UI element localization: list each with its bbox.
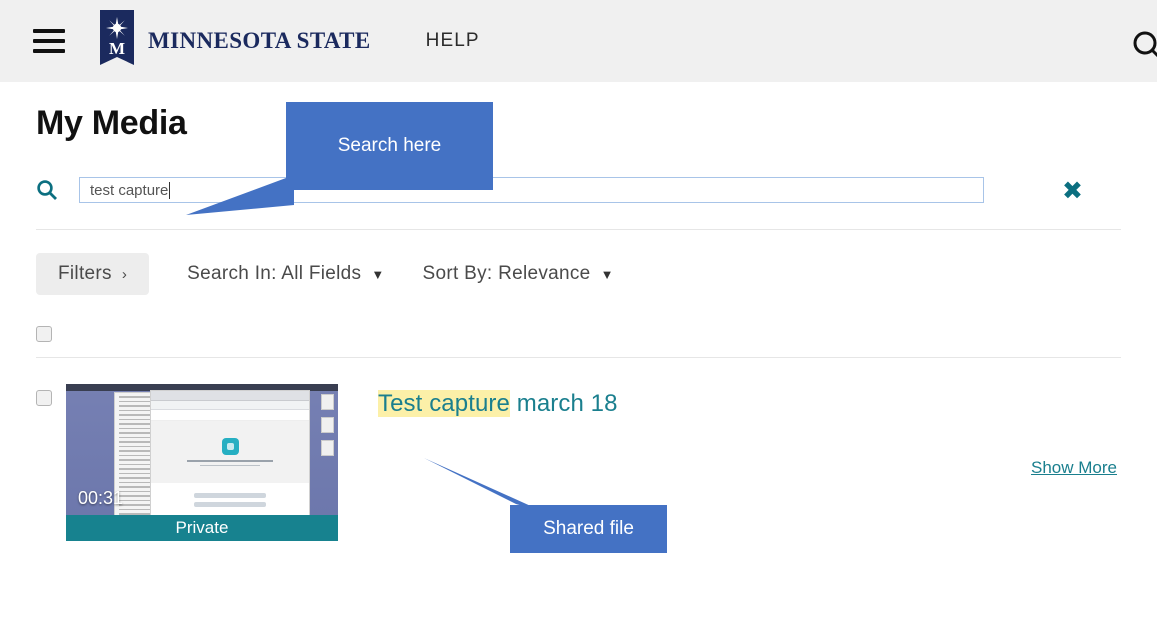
show-more-link[interactable]: Show More [1031, 458, 1117, 478]
chevron-down-icon: ▼ [601, 267, 614, 282]
sort-by-label: Sort By: Relevance [423, 263, 591, 285]
callout-shared-file-label: Shared file [543, 518, 634, 540]
search-row: test capture ✖ [36, 173, 1121, 207]
svg-text:M: M [109, 39, 125, 58]
title-part-highlight: Test [378, 390, 422, 417]
text-cursor [169, 182, 170, 199]
filter-toolbar: Filters › Search In: All Fields ▼ Sort B… [36, 253, 1121, 295]
select-all-row [36, 311, 1121, 357]
hamburger-bar [33, 39, 65, 43]
media-thumbnail[interactable]: 00:31 Private [66, 384, 338, 541]
kaltura-logo-icon [222, 438, 239, 455]
search-in-label: Search In: All Fields [187, 263, 361, 285]
media-title-link[interactable]: Test capture march 18 [378, 390, 618, 418]
title-part-highlight: capture [429, 390, 510, 417]
thumbnail-browser-window [150, 390, 310, 523]
result-details: Test capture march 18 Show More [378, 384, 1121, 541]
clear-search-button[interactable]: ✖ [1062, 178, 1083, 203]
callout-search-here-label: Search here [338, 135, 442, 157]
minnesota-state-banner-icon: M [100, 10, 134, 72]
page-title: My Media [36, 104, 1121, 143]
filters-button-label: Filters [58, 263, 112, 285]
brand-logo[interactable]: M MINNESOTA STATE [100, 10, 371, 72]
result-select-checkbox[interactable] [36, 390, 52, 406]
thumbnail-desktop-icons [321, 394, 334, 456]
chevron-down-icon: ▼ [371, 267, 384, 282]
search-input-value: test capture [90, 182, 168, 199]
callout-shared-file: Shared file [510, 505, 667, 553]
status-badge: Private [66, 515, 338, 541]
search-in-dropdown[interactable]: Search In: All Fields ▼ [187, 263, 384, 285]
media-duration: 00:31 [78, 488, 123, 509]
hamburger-menu-icon[interactable] [33, 29, 65, 53]
search-divider [36, 229, 1121, 230]
select-all-checkbox[interactable] [36, 326, 52, 342]
results-divider [36, 357, 1121, 358]
hamburger-bar [33, 49, 65, 53]
search-input[interactable]: test capture [79, 177, 984, 203]
page-body: My Media test capture ✖ Filters › Search… [0, 104, 1157, 541]
magnifier-icon[interactable] [36, 179, 66, 201]
hamburger-bar [33, 29, 65, 33]
filters-button[interactable]: Filters › [36, 253, 149, 295]
title-part-plain: march 18 [510, 390, 618, 417]
sort-by-dropdown[interactable]: Sort By: Relevance ▼ [423, 263, 614, 285]
help-link[interactable]: HELP [426, 30, 480, 52]
top-header-bar: M MINNESOTA STATE HELP [0, 0, 1157, 82]
header-search-icon[interactable] [1123, 29, 1157, 64]
brand-name: MINNESOTA STATE [148, 28, 371, 54]
callout-search-here: Search here [286, 102, 493, 190]
chevron-right-icon: › [122, 266, 127, 283]
